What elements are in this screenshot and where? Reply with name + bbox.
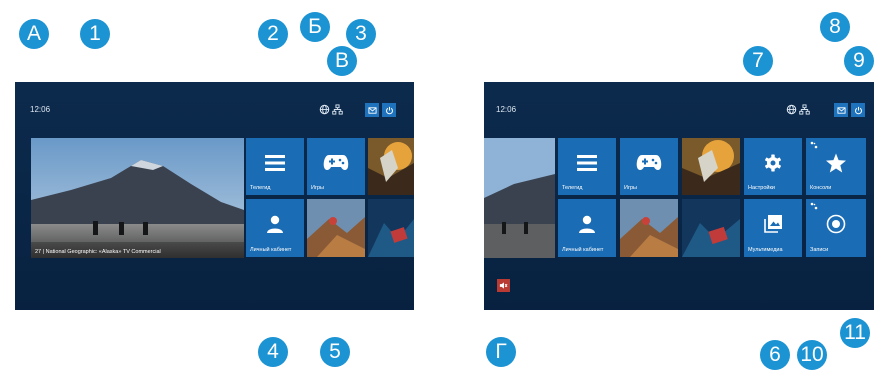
marker-g: Г — [486, 337, 516, 367]
marker-9: 9 — [844, 46, 874, 76]
clock: 12:06 — [496, 105, 517, 114]
power-button[interactable] — [382, 103, 396, 117]
gear-icon — [764, 154, 782, 172]
tv-screen-home-scrolled: 12:06 Телегид Игры Настройки Консоли Лич… — [484, 82, 874, 310]
tile-movie-art[interactable] — [682, 199, 740, 257]
notifications-button[interactable] — [365, 103, 379, 117]
power-icon — [385, 106, 393, 114]
marker-2: 2 — [258, 19, 288, 49]
tile-game-art[interactable] — [368, 138, 414, 195]
marker-b: Б — [300, 12, 330, 42]
record-icon — [826, 214, 846, 234]
tile-account[interactable]: Личный кабинет — [558, 199, 616, 257]
menu-icon — [265, 154, 285, 171]
user-icon — [266, 215, 284, 233]
dots-badge-icon — [810, 141, 818, 149]
marker-1: 1 — [80, 19, 110, 49]
video-caption: 27 | National Geographic: «Alaska» TV Co… — [35, 249, 161, 255]
tile-games[interactable]: Игры — [307, 138, 365, 195]
marker-7: 7 — [743, 46, 773, 76]
marker-11: 11 — [840, 318, 870, 348]
tile-recordings[interactable]: Записи — [806, 199, 866, 257]
tile-multimedia[interactable]: Мультимедиа — [744, 199, 802, 257]
user-icon — [578, 215, 596, 233]
globe-icon — [786, 104, 797, 115]
globe-icon — [319, 104, 330, 115]
marker-a: А — [19, 19, 49, 49]
tile-label: Консоли — [810, 185, 832, 191]
tile-games[interactable]: Игры — [620, 138, 678, 195]
tv-screen-home: 12:06 27 | National Geographic: «Alaska»… — [15, 82, 414, 310]
marker-10: 10 — [797, 340, 827, 370]
mail-icon — [367, 106, 377, 114]
network-icon — [332, 104, 343, 115]
tile-label: Настройки — [748, 185, 775, 191]
tile-label: Игры — [311, 185, 324, 191]
tile-label: Личный кабинет — [562, 247, 604, 253]
tile-label: Телегид — [250, 185, 271, 191]
notifications-button[interactable] — [834, 103, 848, 117]
tile-settings[interactable]: Настройки — [744, 138, 802, 195]
video-preview[interactable]: 27 | National Geographic: «Alaska» TV Co… — [31, 138, 244, 258]
tile-climbing-art[interactable] — [307, 199, 365, 257]
tile-account[interactable]: Личный кабинет — [246, 199, 304, 257]
mute-icon — [499, 282, 508, 289]
menu-icon — [577, 154, 597, 171]
power-icon — [854, 106, 862, 114]
power-button[interactable] — [851, 103, 865, 117]
marker-6: 6 — [760, 340, 790, 370]
tile-label: Игры — [624, 185, 637, 191]
star-icon — [826, 153, 846, 172]
dots-badge-icon — [810, 202, 818, 210]
tile-consoles[interactable]: Консоли — [806, 138, 866, 195]
marker-v: В — [327, 46, 357, 76]
gallery-icon — [764, 214, 782, 233]
video-preview[interactable] — [484, 138, 555, 258]
marker-4: 4 — [258, 337, 288, 367]
tile-teleguide[interactable]: Телегид — [558, 138, 616, 195]
network-icon — [799, 104, 810, 115]
mail-icon — [836, 106, 846, 114]
mute-indicator — [497, 279, 510, 292]
gamepad-icon — [636, 154, 662, 172]
marker-3: 3 — [346, 19, 376, 49]
marker-5: 5 — [320, 337, 350, 367]
tile-climbing-art[interactable] — [620, 199, 678, 257]
tile-label: Телегид — [562, 185, 583, 191]
tile-movie-art[interactable] — [368, 199, 414, 257]
tile-teleguide[interactable]: Телегид — [246, 138, 304, 195]
tile-label: Записи — [810, 247, 829, 253]
clock: 12:06 — [30, 105, 51, 114]
tile-game-art[interactable] — [682, 138, 740, 195]
tile-label: Личный кабинет — [250, 247, 292, 253]
gamepad-icon — [323, 154, 349, 172]
tile-label: Мультимедиа — [748, 247, 783, 253]
marker-8: 8 — [820, 12, 850, 42]
